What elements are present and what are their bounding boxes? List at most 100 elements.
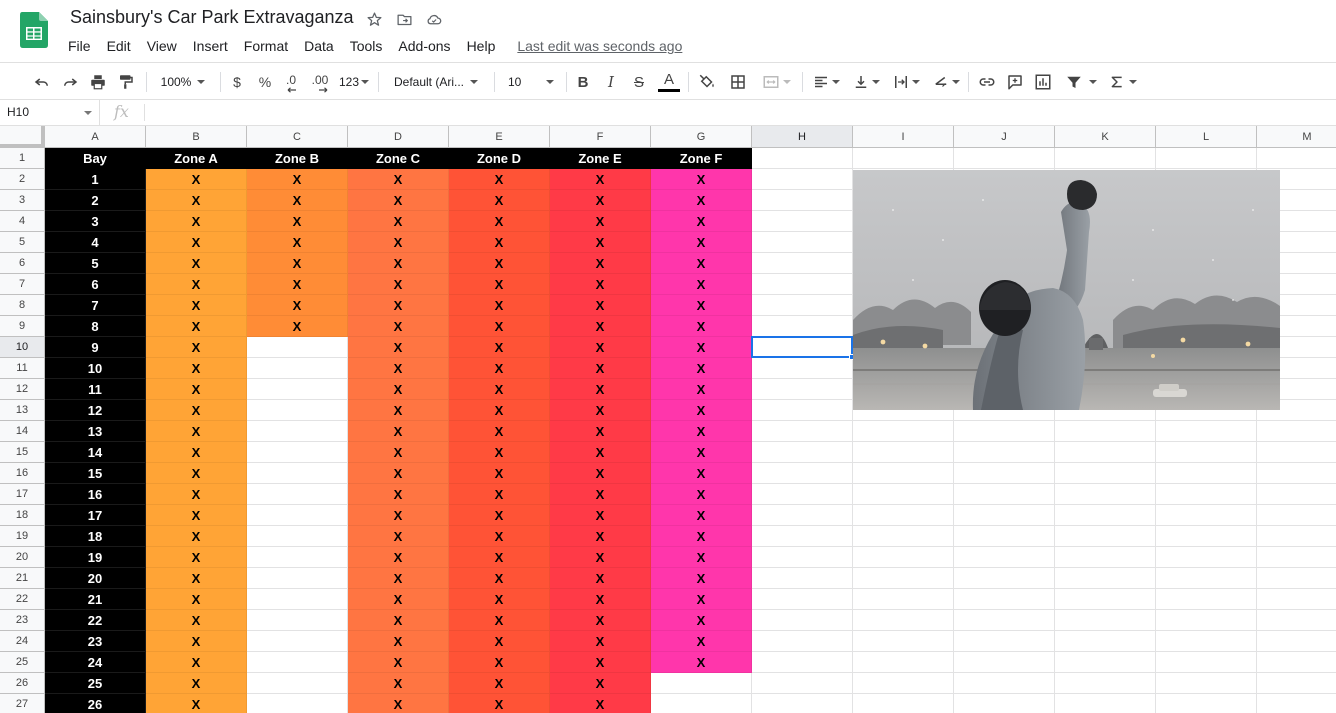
cell-d1[interactable]: Zone C <box>348 148 449 169</box>
cell-f3[interactable]: X <box>550 190 651 211</box>
cell-b8[interactable]: X <box>146 295 247 316</box>
cell-a26[interactable]: 25 <box>45 673 146 694</box>
cell-g11[interactable]: X <box>651 358 752 379</box>
cell-e26[interactable]: X <box>449 673 550 694</box>
cell-j17[interactable] <box>954 484 1055 505</box>
cell-e18[interactable]: X <box>449 505 550 526</box>
cell-e27[interactable]: X <box>449 694 550 713</box>
cell-a18[interactable]: 17 <box>45 505 146 526</box>
cell-i21[interactable] <box>853 568 954 589</box>
cell-h2[interactable] <box>752 169 853 190</box>
cell-a12[interactable]: 11 <box>45 379 146 400</box>
cell-j27[interactable] <box>954 694 1055 713</box>
cell-e24[interactable]: X <box>449 631 550 652</box>
row-header-21[interactable]: 21 <box>0 568 45 589</box>
name-box[interactable]: H10 <box>0 100 100 125</box>
cell-a14[interactable]: 13 <box>45 421 146 442</box>
last-edit-link[interactable]: Last edit was seconds ago <box>517 38 682 54</box>
menu-view[interactable]: View <box>139 36 185 56</box>
cell-h1[interactable] <box>752 148 853 169</box>
cell-f16[interactable]: X <box>550 463 651 484</box>
cell-k19[interactable] <box>1055 526 1156 547</box>
cell-b20[interactable]: X <box>146 547 247 568</box>
cell-g21[interactable]: X <box>651 568 752 589</box>
column-header-d[interactable]: D <box>348 126 449 148</box>
cell-c16[interactable] <box>247 463 348 484</box>
cell-a13[interactable]: 12 <box>45 400 146 421</box>
cell-j14[interactable] <box>954 421 1055 442</box>
document-title[interactable]: Sainsbury's Car Park Extravaganza <box>70 7 354 28</box>
fill-color-icon[interactable] <box>695 70 719 94</box>
cell-i24[interactable] <box>853 631 954 652</box>
cell-c12[interactable] <box>247 379 348 400</box>
cell-g23[interactable]: X <box>651 610 752 631</box>
cell-e17[interactable]: X <box>449 484 550 505</box>
cell-a17[interactable]: 16 <box>45 484 146 505</box>
cell-f7[interactable]: X <box>550 274 651 295</box>
cell-f11[interactable]: X <box>550 358 651 379</box>
cell-h19[interactable] <box>752 526 853 547</box>
cell-c11[interactable] <box>247 358 348 379</box>
menu-file[interactable]: File <box>60 36 99 56</box>
cell-a1[interactable]: Bay <box>45 148 146 169</box>
menu-tools[interactable]: Tools <box>342 36 391 56</box>
cell-g15[interactable]: X <box>651 442 752 463</box>
row-header-7[interactable]: 7 <box>0 274 45 295</box>
cell-i15[interactable] <box>853 442 954 463</box>
cell-j21[interactable] <box>954 568 1055 589</box>
percent-format-button[interactable]: % <box>254 70 276 94</box>
cell-c18[interactable] <box>247 505 348 526</box>
insert-link-icon[interactable] <box>975 70 999 94</box>
embedded-image[interactable] <box>853 170 1280 410</box>
cell-h3[interactable] <box>752 190 853 211</box>
cell-m17[interactable] <box>1257 484 1336 505</box>
strikethrough-button[interactable]: S <box>628 70 650 94</box>
row-header-26[interactable]: 26 <box>0 673 45 694</box>
cell-k14[interactable] <box>1055 421 1156 442</box>
cell-k15[interactable] <box>1055 442 1156 463</box>
cell-c21[interactable] <box>247 568 348 589</box>
cell-k24[interactable] <box>1055 631 1156 652</box>
menu-data[interactable]: Data <box>296 36 342 56</box>
cell-g20[interactable]: X <box>651 547 752 568</box>
cell-g3[interactable]: X <box>651 190 752 211</box>
cell-a25[interactable]: 24 <box>45 652 146 673</box>
cell-f19[interactable]: X <box>550 526 651 547</box>
cell-e6[interactable]: X <box>449 253 550 274</box>
cell-b22[interactable]: X <box>146 589 247 610</box>
cell-e7[interactable]: X <box>449 274 550 295</box>
cell-b7[interactable]: X <box>146 274 247 295</box>
cell-e11[interactable]: X <box>449 358 550 379</box>
cell-b9[interactable]: X <box>146 316 247 337</box>
cell-j26[interactable] <box>954 673 1055 694</box>
cell-f25[interactable]: X <box>550 652 651 673</box>
cell-a6[interactable]: 5 <box>45 253 146 274</box>
row-header-19[interactable]: 19 <box>0 526 45 547</box>
cell-m26[interactable] <box>1257 673 1336 694</box>
cell-h11[interactable] <box>752 358 853 379</box>
cell-k1[interactable] <box>1055 148 1156 169</box>
cell-a27[interactable]: 26 <box>45 694 146 713</box>
cell-h18[interactable] <box>752 505 853 526</box>
increase-decimal-button[interactable]: .00 <box>306 70 334 94</box>
cell-f22[interactable]: X <box>550 589 651 610</box>
undo-icon[interactable] <box>30 70 54 94</box>
cell-e25[interactable]: X <box>449 652 550 673</box>
cell-d21[interactable]: X <box>348 568 449 589</box>
cell-b17[interactable]: X <box>146 484 247 505</box>
cell-g1[interactable]: Zone F <box>651 148 752 169</box>
cell-h9[interactable] <box>752 316 853 337</box>
cell-j15[interactable] <box>954 442 1055 463</box>
cell-l15[interactable] <box>1156 442 1257 463</box>
cell-i14[interactable] <box>853 421 954 442</box>
cell-g22[interactable]: X <box>651 589 752 610</box>
cell-k20[interactable] <box>1055 547 1156 568</box>
cell-l20[interactable] <box>1156 547 1257 568</box>
cell-b6[interactable]: X <box>146 253 247 274</box>
cell-h6[interactable] <box>752 253 853 274</box>
cell-g24[interactable]: X <box>651 631 752 652</box>
cell-g16[interactable]: X <box>651 463 752 484</box>
star-icon[interactable] <box>364 9 384 29</box>
cell-f2[interactable]: X <box>550 169 651 190</box>
cell-f18[interactable]: X <box>550 505 651 526</box>
